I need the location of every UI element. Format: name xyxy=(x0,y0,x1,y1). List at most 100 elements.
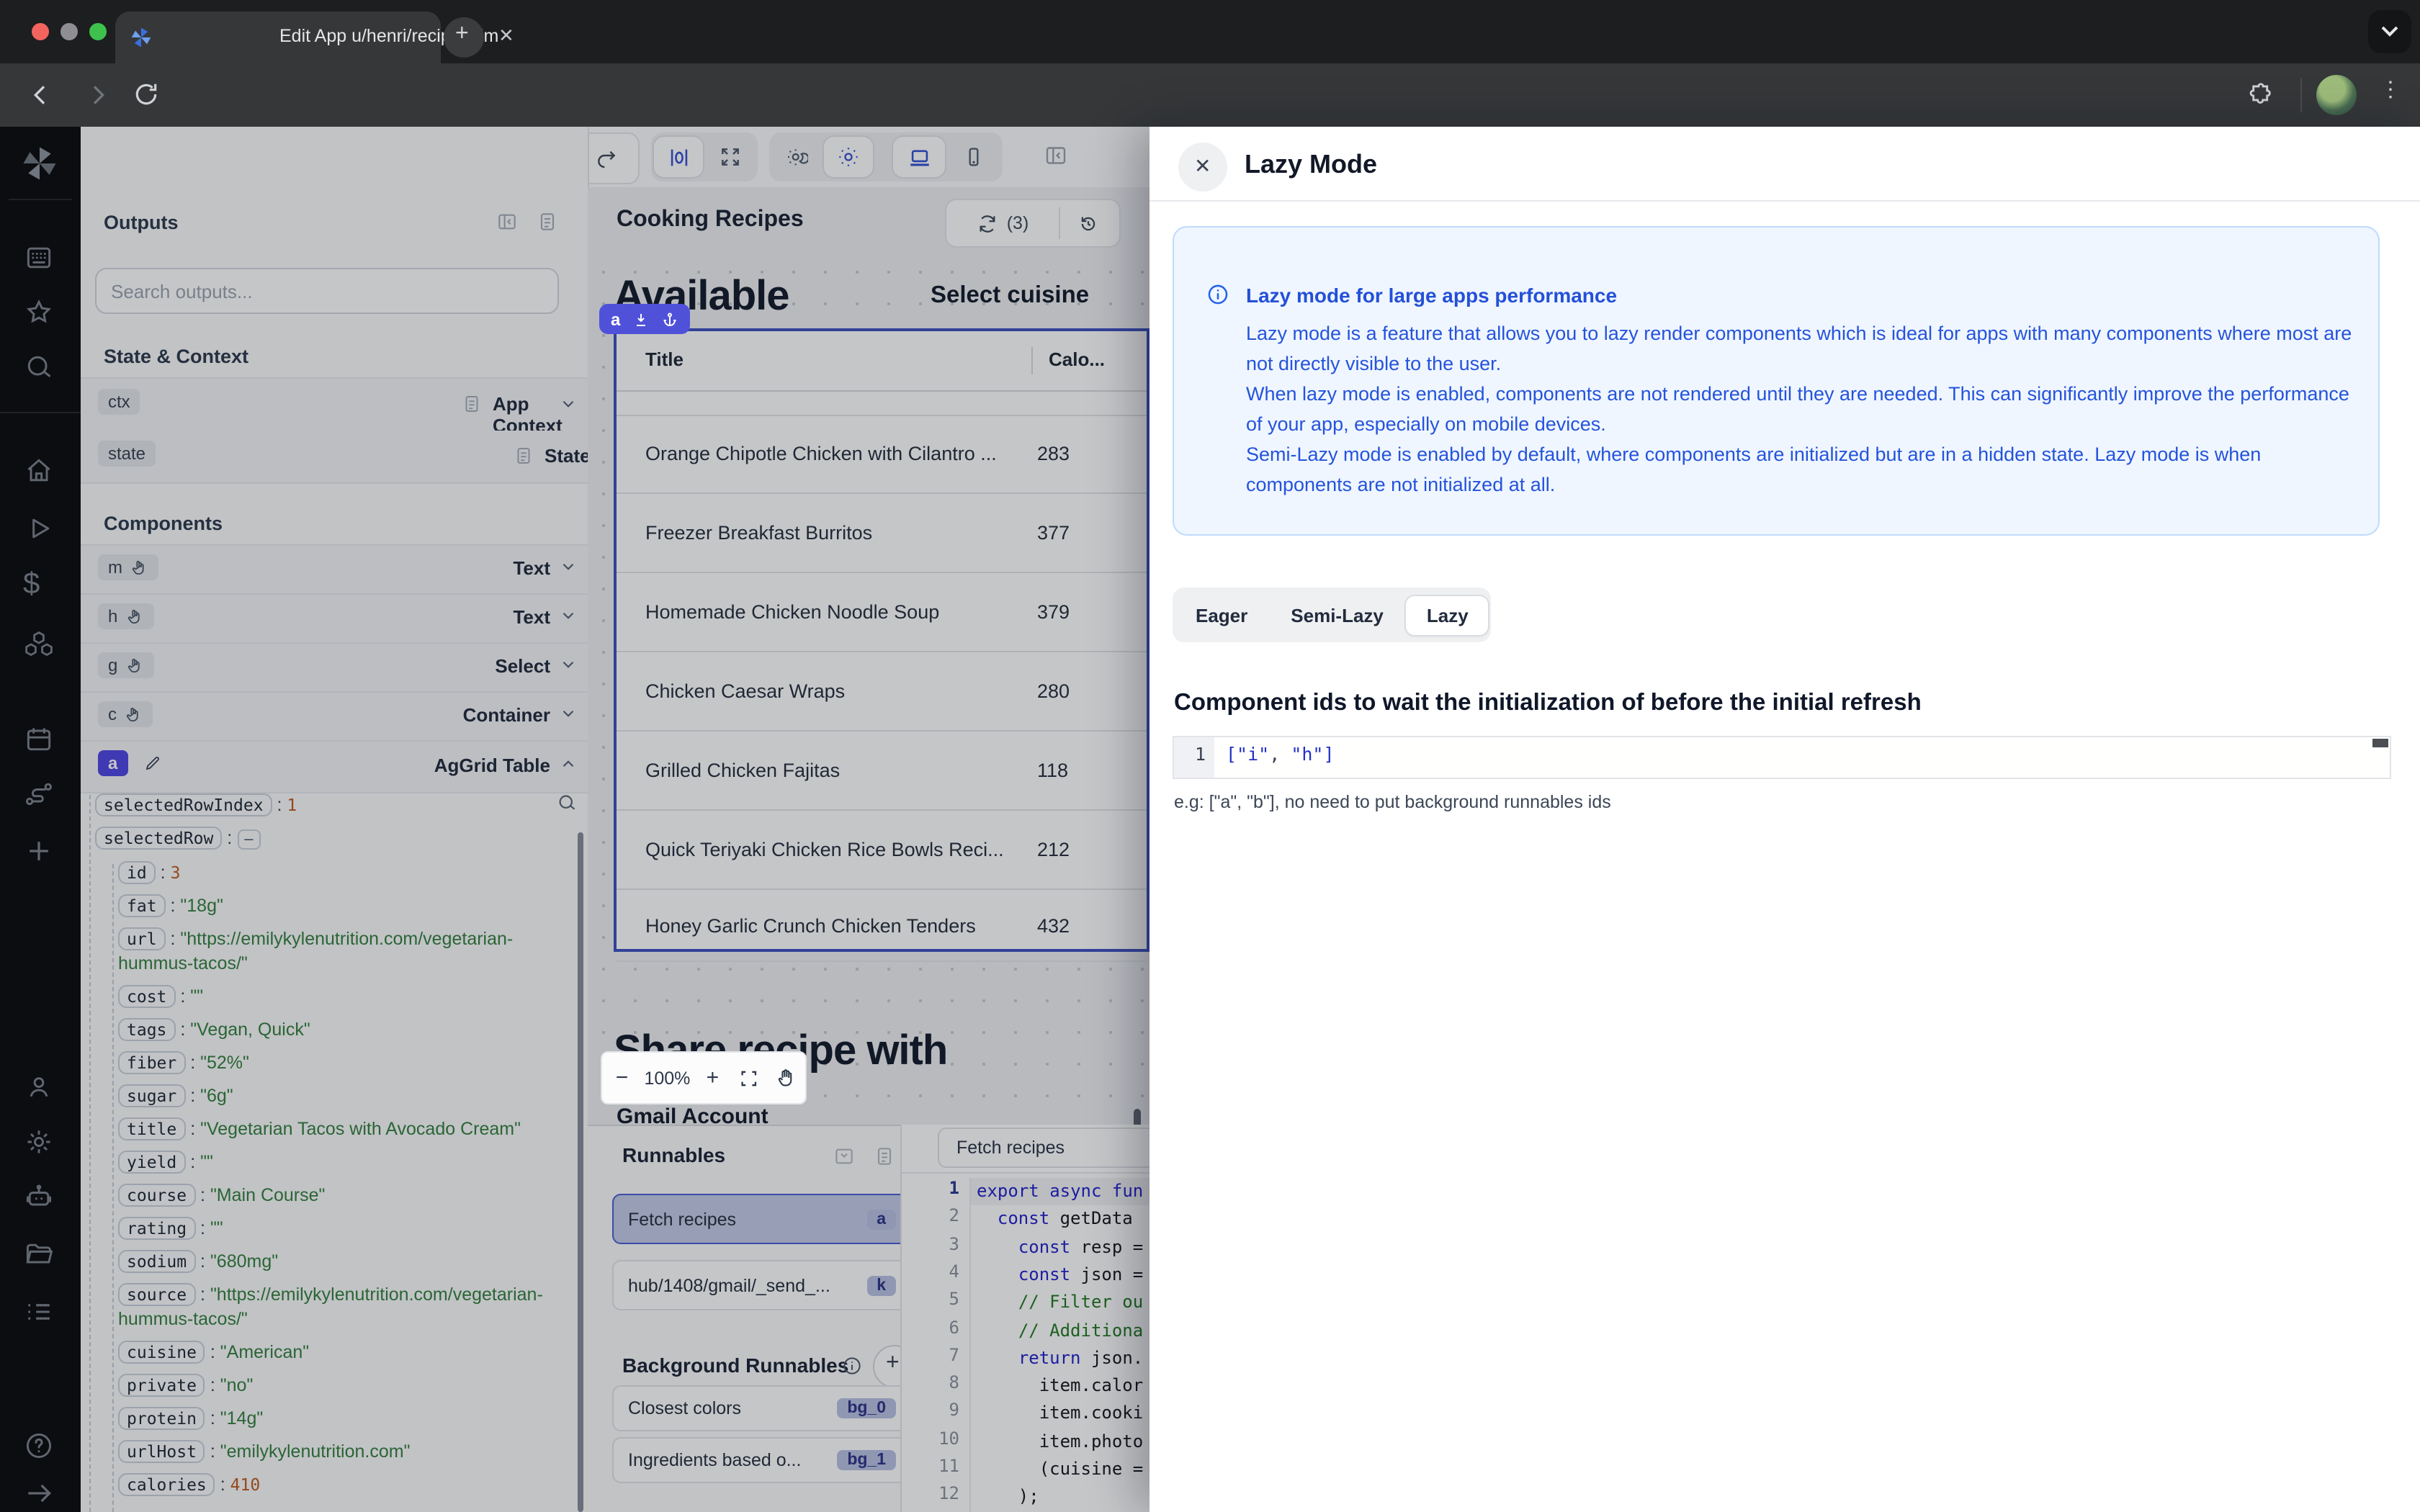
json-row-yield[interactable]: yield : "" xyxy=(81,1146,556,1179)
chevron-up-icon[interactable] xyxy=(559,755,578,778)
avatar[interactable] xyxy=(2316,75,2357,115)
chevron-down-icon[interactable] xyxy=(559,606,578,629)
anchor-icon[interactable] xyxy=(660,310,678,328)
json-row-sodium[interactable]: sodium : "680mg" xyxy=(81,1246,556,1279)
auto-theme-icon[interactable] xyxy=(772,137,821,177)
table-row[interactable]: Quick Teriyaki Chicken Rice Bowls Reci..… xyxy=(617,811,1147,890)
json-row-calories[interactable]: calories : 410 xyxy=(81,1469,556,1502)
traffic-light-close[interactable] xyxy=(32,23,49,40)
reload-icon[interactable] xyxy=(133,81,160,108)
json-row-fat[interactable]: fat : "18g" xyxy=(81,890,556,923)
traffic-light-minimize[interactable] xyxy=(60,23,78,40)
detailed-list-icon[interactable] xyxy=(23,1296,55,1328)
table-row[interactable]: Homemade Chicken Noodle Soup 379 xyxy=(617,573,1147,652)
table-selection-chip[interactable]: a xyxy=(599,304,690,334)
full-width-button[interactable] xyxy=(706,137,755,177)
json-row-fiber[interactable]: fiber : "52%" xyxy=(81,1047,556,1080)
help-icon[interactable] xyxy=(23,1430,55,1462)
json-row-selectedRowIndex[interactable]: selectedRowIndex : 1 xyxy=(81,789,556,822)
back-icon[interactable] xyxy=(26,81,55,109)
json-row-selectedRow[interactable]: selectedRow : – xyxy=(81,822,556,857)
doc-icon[interactable] xyxy=(873,1145,896,1168)
browser-menu-kebab-icon[interactable]: ⋮ xyxy=(2380,76,2401,102)
tab-search-button[interactable] xyxy=(2368,10,2411,53)
json-row-protein[interactable]: protein : "14g" xyxy=(81,1403,556,1436)
json-row-rating[interactable]: rating : "" xyxy=(81,1212,556,1246)
json-row-id[interactable]: id : 3 xyxy=(81,857,556,890)
json-row-course[interactable]: course : "Main Course" xyxy=(81,1179,556,1212)
runnable-item-fetch-recipes[interactable]: Fetch recipes a xyxy=(612,1194,909,1244)
desktop-view-button[interactable] xyxy=(893,137,945,177)
component-edit-pencil[interactable] xyxy=(144,755,161,776)
table-row[interactable]: Orange Chipotle Chicken with Cilantro ..… xyxy=(617,415,1147,494)
extensions-puzzle-icon[interactable] xyxy=(2247,81,2275,108)
mode-option-eager[interactable]: Eager xyxy=(1175,595,1268,634)
background-runnable-closest-colors[interactable]: Closest colors bg_0 xyxy=(612,1385,909,1431)
json-row-title[interactable]: title : "Vegetarian Tacos with Avocado C… xyxy=(81,1113,556,1146)
chevron-down-icon[interactable] xyxy=(559,557,578,580)
folders-icon[interactable] xyxy=(23,1238,55,1270)
aggrid-table[interactable]: Title Calo... Orange Chipotle Chicken wi… xyxy=(614,328,1150,962)
json-row-source[interactable]: source : "https://emilykylenutrition.com… xyxy=(81,1279,556,1336)
create-plus-icon[interactable] xyxy=(23,835,55,867)
search-icon[interactable] xyxy=(23,351,55,383)
panel-scrollbar[interactable] xyxy=(578,832,583,1512)
fit-view-icon[interactable] xyxy=(740,1068,760,1088)
minimap-handle[interactable] xyxy=(2372,739,2388,747)
json-row-tags[interactable]: tags : "Vegan, Quick" xyxy=(81,1014,556,1047)
bounded-width-button[interactable] xyxy=(654,137,703,177)
collapse-outputs-icon[interactable] xyxy=(496,210,519,233)
billing-dollar-icon[interactable]: $ xyxy=(23,567,40,602)
light-theme-sun-icon[interactable] xyxy=(824,137,873,177)
tab-close-icon[interactable]: ✕ xyxy=(498,24,514,48)
user-icon[interactable] xyxy=(23,1071,55,1103)
close-drawer-button[interactable]: ✕ xyxy=(1178,143,1227,192)
browser-tab[interactable]: Edit App u/henri/recipes_impr ✕ xyxy=(115,12,514,63)
component-row-m[interactable]: m Text xyxy=(81,546,588,595)
windmill-logo-icon[interactable] xyxy=(20,144,59,183)
search-outputs-input[interactable]: Search outputs... xyxy=(95,268,559,314)
background-runnable-ingredients[interactable]: Ingredients based o... bg_1 xyxy=(612,1437,909,1483)
collapse-panel-left-icon[interactable] xyxy=(1043,143,1069,168)
mode-option-semi-lazy[interactable]: Semi-Lazy xyxy=(1270,595,1404,634)
resources-cubes-icon[interactable] xyxy=(23,628,55,660)
component-ids-editor[interactable]: 1 ["i", "h"] xyxy=(1173,736,2391,779)
component-badge[interactable]: c xyxy=(98,701,153,727)
component-row-c[interactable]: c Container xyxy=(81,693,588,742)
chevron-down-icon[interactable] xyxy=(559,704,578,727)
zoom-out-button[interactable]: − xyxy=(602,1066,642,1090)
json-row-url[interactable]: url : "https://emilykylenutrition.com/ve… xyxy=(81,923,556,981)
col-calories[interactable]: Calo... xyxy=(1049,348,1105,370)
component-row-a[interactable]: a AgGrid Table xyxy=(81,742,588,793)
settings-gear-icon[interactable] xyxy=(23,1126,55,1158)
ctx-row[interactable]: ctx App Context xyxy=(81,379,588,436)
ai-robot-icon[interactable] xyxy=(23,1181,55,1212)
zoom-in-button[interactable]: + xyxy=(693,1066,732,1090)
editor-content[interactable]: ["i", "h"] xyxy=(1214,737,2372,778)
mode-option-lazy[interactable]: Lazy xyxy=(1406,595,1489,634)
table-row[interactable]: Chicken Caesar Wraps 280 xyxy=(617,652,1147,732)
table-row[interactable]: Honey Garlic Crunch Chicken Tenders 432 xyxy=(617,890,1147,962)
expand-down-icon[interactable] xyxy=(632,310,649,328)
chevron-down-icon[interactable] xyxy=(559,395,578,413)
code-lines[interactable]: 1 export async fun 2 const getData 3 const … xyxy=(902,1178,1151,1512)
collapse-rail-arrow-icon[interactable] xyxy=(23,1477,55,1509)
component-badge[interactable]: m xyxy=(98,554,158,580)
runs-play-icon[interactable] xyxy=(23,513,55,544)
flows-route-icon[interactable] xyxy=(23,778,55,809)
json-row-private[interactable]: private : "no" xyxy=(81,1369,556,1403)
component-row-h[interactable]: h Text xyxy=(81,595,588,644)
search-json-icon[interactable] xyxy=(556,792,578,814)
traffic-light-zoom[interactable] xyxy=(89,23,107,40)
refresh-app-button[interactable]: (3) xyxy=(946,202,1059,245)
app-switcher-icon[interactable] xyxy=(23,242,55,274)
history-button[interactable] xyxy=(1060,202,1116,245)
table-row[interactable]: Freezer Breakfast Burritos 377 xyxy=(617,494,1147,573)
chevron-down-icon[interactable] xyxy=(559,655,578,678)
component-badge[interactable]: a xyxy=(98,750,128,776)
json-row-cuisine[interactable]: cuisine : "American" xyxy=(81,1336,556,1369)
state-row[interactable]: state State xyxy=(81,431,617,484)
json-row-cost[interactable]: cost : "" xyxy=(81,981,556,1014)
home-icon[interactable] xyxy=(23,455,55,487)
json-row-sugar[interactable]: sugar : "6g" xyxy=(81,1080,556,1113)
